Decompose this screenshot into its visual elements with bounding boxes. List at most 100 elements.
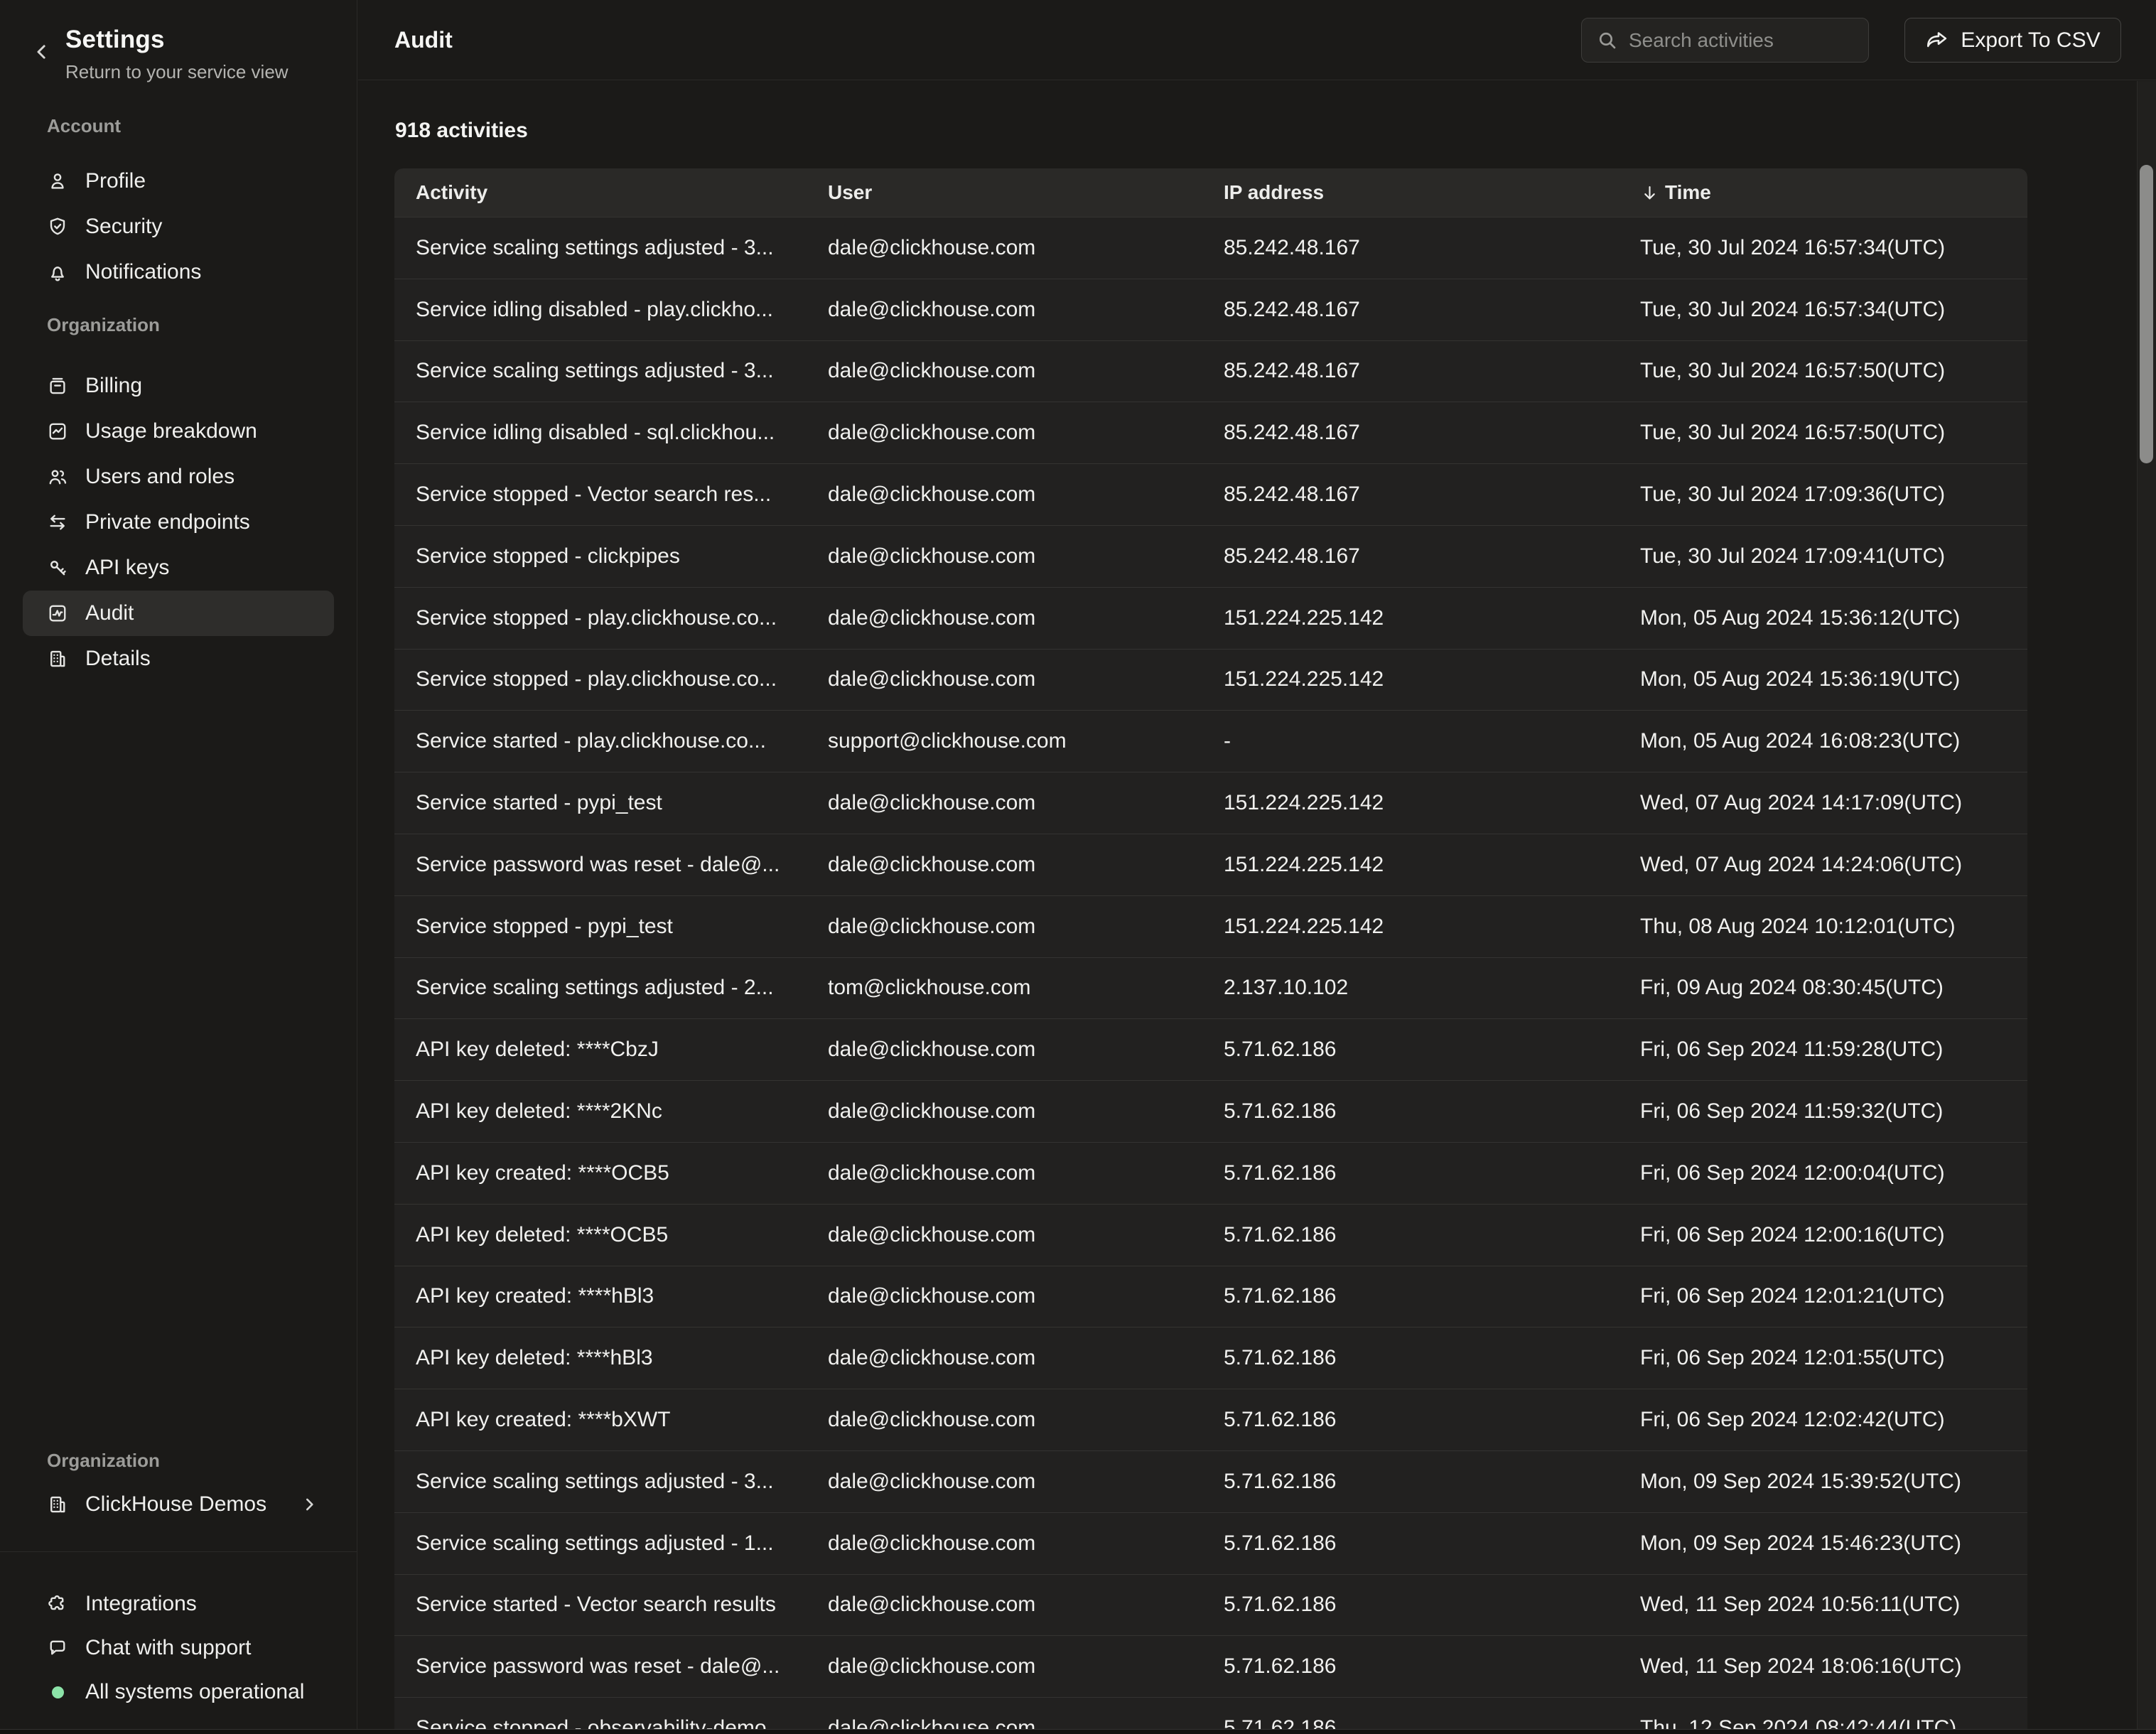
cell-activity: API key created: ****bXWT [394,1408,828,1432]
sidebar-footer: Integrations Chat with support All syste… [0,1582,357,1714]
cell-activity: Service stopped - pypi_test [394,915,828,939]
column-header-time[interactable]: Time [1640,181,2027,204]
sidebar-item-private-endpoints[interactable]: Private endpoints [23,500,334,545]
table-row[interactable]: API key deleted: ****CbzJ dale@clickhous… [394,1018,2027,1080]
table-row[interactable]: Service idling disabled - play.clickho..… [394,279,2027,340]
cell-user: dale@clickhouse.com [828,1531,1224,1556]
table-row[interactable]: API key created: ****OCB5 dale@clickhous… [394,1142,2027,1204]
cell-time: Mon, 05 Aug 2024 16:08:23(UTC) [1640,729,2027,753]
cell-ip-address: 5.71.62.186 [1224,1038,1640,1062]
cell-time: Thu, 08 Aug 2024 10:12:01(UTC) [1640,915,2027,939]
cell-time: Fri, 06 Sep 2024 12:00:16(UTC) [1640,1223,2027,1247]
sidebar-item-api-keys[interactable]: API keys [23,545,334,591]
cell-ip-address: 151.224.225.142 [1224,791,1640,815]
table-row[interactable]: Service password was reset - dale@... da… [394,1635,2027,1697]
cell-activity: Service started - pypi_test [394,791,828,815]
cell-time: Fri, 06 Sep 2024 12:01:21(UTC) [1640,1284,2027,1308]
page-title: Audit [394,27,453,53]
cell-time: Tue, 30 Jul 2024 16:57:50(UTC) [1640,359,2027,383]
building-icon [47,1494,68,1515]
table-row[interactable]: Service scaling settings adjusted - 2...… [394,957,2027,1019]
table-row[interactable]: API key created: ****hBl3 dale@clickhous… [394,1266,2027,1328]
export-to-csv-button[interactable]: Export To CSV [1904,18,2121,63]
cell-time: Fri, 06 Sep 2024 11:59:28(UTC) [1640,1038,2027,1062]
system-status[interactable]: All systems operational [23,1670,334,1714]
cell-time: Tue, 30 Jul 2024 17:09:36(UTC) [1640,483,2027,507]
cell-time: Wed, 11 Sep 2024 18:06:16(UTC) [1640,1654,2027,1679]
table-row[interactable]: Service started - play.clickhouse.co... … [394,710,2027,772]
cell-time: Fri, 06 Sep 2024 12:00:04(UTC) [1640,1161,2027,1185]
sidebar-item-integrations[interactable]: Integrations [23,1582,334,1626]
sidebar-item-billing[interactable]: Billing [23,363,334,409]
search-activities-box[interactable] [1581,18,1869,63]
table-row[interactable]: Service started - Vector search results … [394,1574,2027,1636]
table-row[interactable]: Service stopped - Vector search res... d… [394,463,2027,525]
cell-time: Wed, 07 Aug 2024 14:24:06(UTC) [1640,853,2027,877]
cell-ip-address: 5.71.62.186 [1224,1284,1640,1308]
cell-ip-address: 85.242.48.167 [1224,298,1640,322]
search-input[interactable] [1629,29,1842,52]
table-row[interactable]: Service stopped - observability-demo dal… [394,1697,2027,1729]
table-row[interactable]: Service scaling settings adjusted - 3...… [394,340,2027,402]
section-label-organization-footer: Organization [47,1450,160,1472]
cell-activity: Service idling disabled - play.clickho..… [394,298,828,322]
cell-activity: Service scaling settings adjusted - 2... [394,976,828,1000]
user-icon [47,171,68,192]
table-row[interactable]: Service scaling settings adjusted - 1...… [394,1512,2027,1574]
table-row[interactable]: Service started - pypi_test dale@clickho… [394,772,2027,834]
cell-activity: Service stopped - clickpipes [394,544,828,569]
table-row[interactable]: Service stopped - play.clickhouse.co... … [394,649,2027,711]
table-row[interactable]: Service stopped - play.clickhouse.co... … [394,587,2027,649]
sidebar-item-audit[interactable]: Audit [23,591,334,636]
cell-activity: API key created: ****OCB5 [394,1161,828,1185]
activities-count: 918 activities [395,119,528,143]
cell-ip-address: 151.224.225.142 [1224,667,1640,691]
table-row[interactable]: API key deleted: ****hBl3 dale@clickhous… [394,1327,2027,1389]
table-row[interactable]: Service stopped - pypi_test dale@clickho… [394,895,2027,957]
cell-user: dale@clickhouse.com [828,359,1224,383]
swap-arrows-icon [47,512,68,533]
organization-switcher[interactable]: ClickHouse Demos [23,1482,334,1527]
cell-activity: Service stopped - Vector search res... [394,483,828,507]
sidebar-item-users-and-roles[interactable]: Users and roles [23,454,334,500]
cell-ip-address: 85.242.48.167 [1224,359,1640,383]
scrollbar-track[interactable] [2137,81,2156,1729]
column-header-user[interactable]: User [828,181,1224,204]
sidebar-item-security[interactable]: Security [23,204,334,249]
cell-user: dale@clickhouse.com [828,421,1224,445]
sidebar-item-notifications[interactable]: Notifications [23,249,334,295]
table-row[interactable]: Service scaling settings adjusted - 3...… [394,1450,2027,1512]
search-icon [1596,29,1619,52]
table-row[interactable]: API key deleted: ****2KNc dale@clickhous… [394,1080,2027,1142]
cell-user: dale@clickhouse.com [828,1716,1224,1729]
cell-activity: Service started - play.clickhouse.co... [394,729,828,753]
cell-ip-address: 85.242.48.167 [1224,483,1640,507]
table-row[interactable]: Service scaling settings adjusted - 3...… [394,217,2027,279]
column-header-ip-address[interactable]: IP address [1224,181,1640,204]
sidebar-item-chat-with-support[interactable]: Chat with support [23,1626,334,1670]
column-header-activity[interactable]: Activity [394,181,828,204]
sidebar-item-details[interactable]: Details [23,636,334,682]
cell-time: Wed, 11 Sep 2024 10:56:11(UTC) [1640,1593,2027,1617]
table-row[interactable]: Service stopped - clickpipes dale@clickh… [394,525,2027,587]
sidebar-item-usage-breakdown[interactable]: Usage breakdown [23,409,334,454]
account-nav: Profile Security Notifications [0,158,357,295]
table-header-row: Activity User IP address Time [394,168,2027,217]
export-arrow-icon [1925,28,1949,53]
return-to-service-link[interactable]: Return to your service view [65,61,289,83]
status-dot-icon [52,1686,64,1698]
scrollbar-thumb[interactable] [2140,165,2153,463]
sidebar-item-profile[interactable]: Profile [23,158,334,204]
table-row[interactable]: API key deleted: ****OCB5 dale@clickhous… [394,1204,2027,1266]
table-row[interactable]: API key created: ****bXWT dale@clickhous… [394,1389,2027,1450]
cell-activity: Service idling disabled - sql.clickhou..… [394,421,828,445]
cell-user: dale@clickhouse.com [828,606,1224,630]
back-chevron-icon[interactable] [31,41,53,63]
table-row[interactable]: Service idling disabled - sql.clickhou..… [394,402,2027,463]
cell-time: Fri, 09 Aug 2024 08:30:45(UTC) [1640,976,2027,1000]
cell-ip-address: 5.71.62.186 [1224,1346,1640,1370]
cell-ip-address: 5.71.62.186 [1224,1161,1640,1185]
table-row[interactable]: Service password was reset - dale@... da… [394,834,2027,895]
organization-nav: Billing Usage breakdown Users and roles … [0,363,357,682]
cell-ip-address: 5.71.62.186 [1224,1593,1640,1617]
